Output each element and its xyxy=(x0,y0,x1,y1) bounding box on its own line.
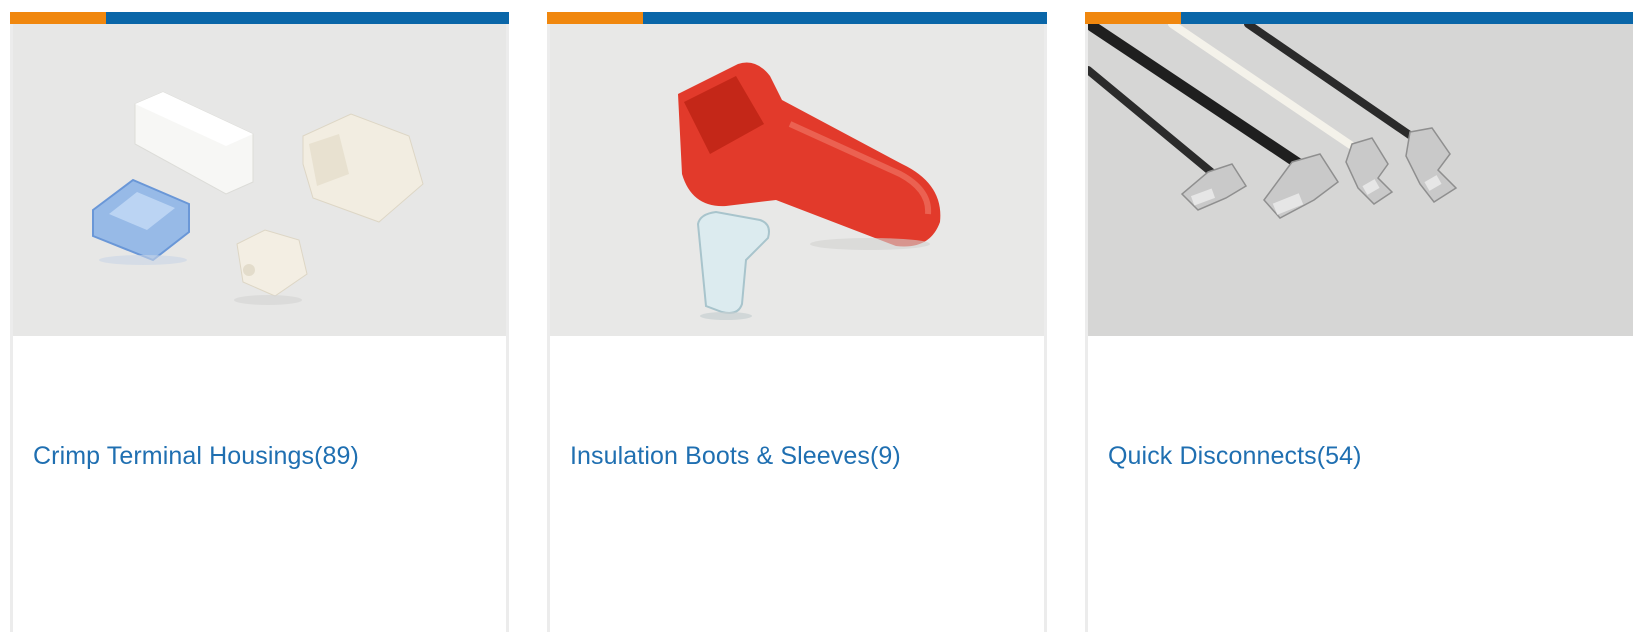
category-link-quick-disconnects[interactable]: Quick Disconnects(54) xyxy=(1108,442,1362,471)
category-count: (54) xyxy=(1316,442,1362,470)
category-link-crimp-terminal-housings[interactable]: Crimp Terminal Housings(89) xyxy=(33,442,359,471)
category-card-crimp-terminal-housings[interactable]: Crimp Terminal Housings(89) xyxy=(10,12,509,632)
category-title[interactable]: Quick Disconnects(54) xyxy=(1108,442,1362,470)
card-accent-bar xyxy=(1085,12,1181,24)
category-link-insulation-boots-sleeves[interactable]: Insulation Boots & Sleeves(9) xyxy=(570,442,901,471)
card-accent-bar xyxy=(547,12,643,24)
category-name: Crimp Terminal Housings xyxy=(33,442,315,470)
category-name: Quick Disconnects xyxy=(1108,442,1317,470)
card-main-bar xyxy=(643,12,1047,24)
card-top-bar xyxy=(10,12,509,24)
card-top-bar xyxy=(1085,12,1633,24)
category-title[interactable]: Crimp Terminal Housings(89) xyxy=(33,442,359,470)
quick-disconnect-image[interactable] xyxy=(1088,24,1633,336)
category-name: Insulation Boots & Sleeves xyxy=(570,442,870,470)
category-title[interactable]: Insulation Boots & Sleeves(9) xyxy=(570,442,901,470)
crimp-terminal-housings-image[interactable] xyxy=(13,24,506,336)
category-count: (89) xyxy=(314,442,359,470)
category-card-insulation-boots-sleeves[interactable]: Insulation Boots & Sleeves(9) xyxy=(547,12,1047,632)
card-main-bar xyxy=(1181,12,1633,24)
card-main-bar xyxy=(106,12,509,24)
category-card-quick-disconnects[interactable]: Quick Disconnects(54) xyxy=(1085,12,1633,632)
card-top-bar xyxy=(547,12,1047,24)
category-count: (9) xyxy=(870,442,901,470)
card-accent-bar xyxy=(10,12,106,24)
insulation-boot-image[interactable] xyxy=(550,24,1044,336)
